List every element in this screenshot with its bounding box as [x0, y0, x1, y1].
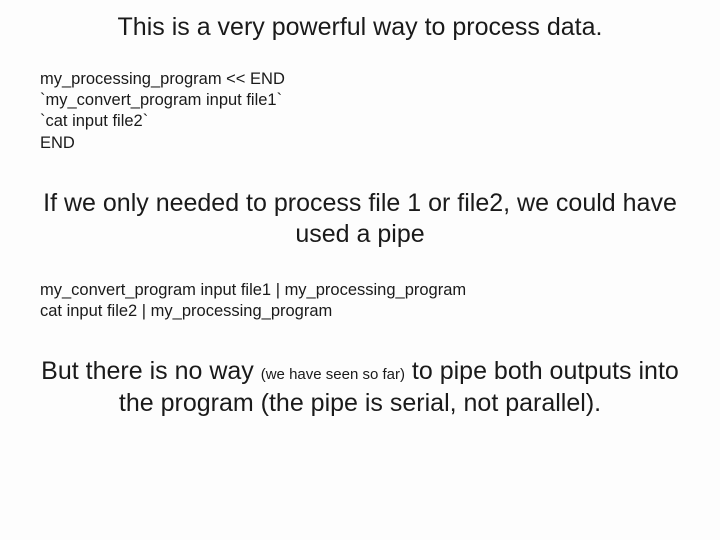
- code-block-2: my_convert_program input file1 | my_proc…: [40, 280, 684, 322]
- heading-1: This is a very powerful way to process d…: [36, 12, 684, 43]
- heading-2: If we only needed to process file 1 or f…: [36, 188, 684, 251]
- slide: This is a very powerful way to process d…: [0, 0, 720, 540]
- heading-3: But there is no way (we have seen so far…: [36, 356, 684, 419]
- code-block-1: my_processing_program << END `my_convert…: [40, 69, 684, 153]
- heading-3-note: (we have seen so far): [261, 366, 405, 383]
- heading-3-part-a: But there is no way: [41, 357, 261, 385]
